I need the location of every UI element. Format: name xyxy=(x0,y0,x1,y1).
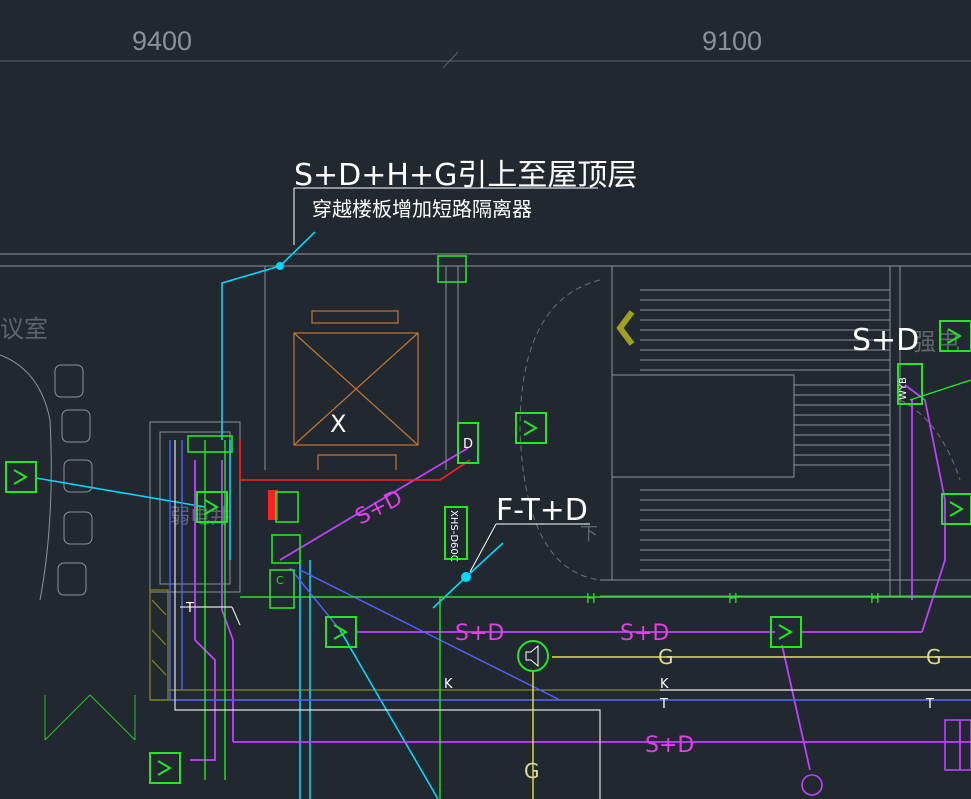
bus-label-h-1: H xyxy=(586,592,596,607)
bottom-left-door xyxy=(44,694,136,741)
elevator-x-label: X xyxy=(330,410,346,438)
bus-label-t-1: T xyxy=(659,697,668,712)
bus-label-sd-1: S+D xyxy=(455,621,504,646)
smoke-detector-left[interactable] xyxy=(5,461,37,493)
riser-note-line1: S+D+H+G引上至屋顶层 xyxy=(294,158,637,193)
cad-drawing-canvas[interactable]: 9400 9100 下 X 议室 强电 弱电井 S+D+H+G引上至屋顶层 穿越… xyxy=(0,0,971,799)
bus-label-h-3: H xyxy=(870,592,880,607)
room-weak-shaft-label: 弱电井 xyxy=(170,504,230,528)
bus-label-t-2: T xyxy=(925,697,934,712)
sd-top-right-label: S+D xyxy=(852,323,919,358)
bus-label-k-1: K xyxy=(444,677,453,692)
smoke-detector-bottom-left[interactable] xyxy=(149,752,181,784)
bus-label-t-3: T xyxy=(185,601,194,616)
smoke-detector-right[interactable] xyxy=(770,616,802,648)
bus-label-k-2: K xyxy=(660,677,669,692)
magenta-wiring xyxy=(190,384,971,771)
bus-label-g-3: G xyxy=(524,759,540,783)
diag-sd-label: S+D xyxy=(351,486,406,531)
riser-note-line2: 穿越楼板增加短路隔离器 xyxy=(312,197,532,221)
hatched-wall xyxy=(149,589,971,701)
ftd-label: F-T+D xyxy=(496,493,588,528)
module-d-label: D xyxy=(463,437,473,452)
bottom-right-symbols xyxy=(801,719,971,796)
red-wiring xyxy=(239,440,471,481)
smoke-detector-far-right[interactable] xyxy=(941,493,971,525)
module-d[interactable]: D xyxy=(457,422,479,464)
elevator-car xyxy=(293,310,419,470)
fire-alarm-box-label: XHS-D60C xyxy=(448,510,459,562)
riser-node xyxy=(276,262,284,270)
smoke-detectors xyxy=(5,320,971,784)
meeting-chairs xyxy=(0,354,93,601)
dimension-9100: 9100 xyxy=(702,26,762,56)
bus-label-g-2: G xyxy=(926,645,942,669)
dimension-9400: 9400 xyxy=(132,26,192,56)
shaft-box-label: C xyxy=(276,574,284,587)
bus-label-h-2: H xyxy=(728,592,738,607)
wyb-box[interactable]: WYB xyxy=(897,363,923,405)
bus-label-sd-3: S+D xyxy=(645,733,694,758)
room-meeting-label: 议室 xyxy=(0,315,48,343)
green-wiring xyxy=(204,379,971,799)
chevron-left-icon xyxy=(616,310,635,346)
speaker-icon[interactable] xyxy=(517,640,549,672)
wyb-label: WYB xyxy=(898,377,909,400)
bus-label-g-1: G xyxy=(658,645,674,669)
fire-alarm-box[interactable]: XHS-D60C xyxy=(444,506,468,562)
bus-label-sd-2: S+D xyxy=(620,621,669,646)
ftd-node xyxy=(461,572,471,582)
yellow-wiring xyxy=(532,656,971,799)
